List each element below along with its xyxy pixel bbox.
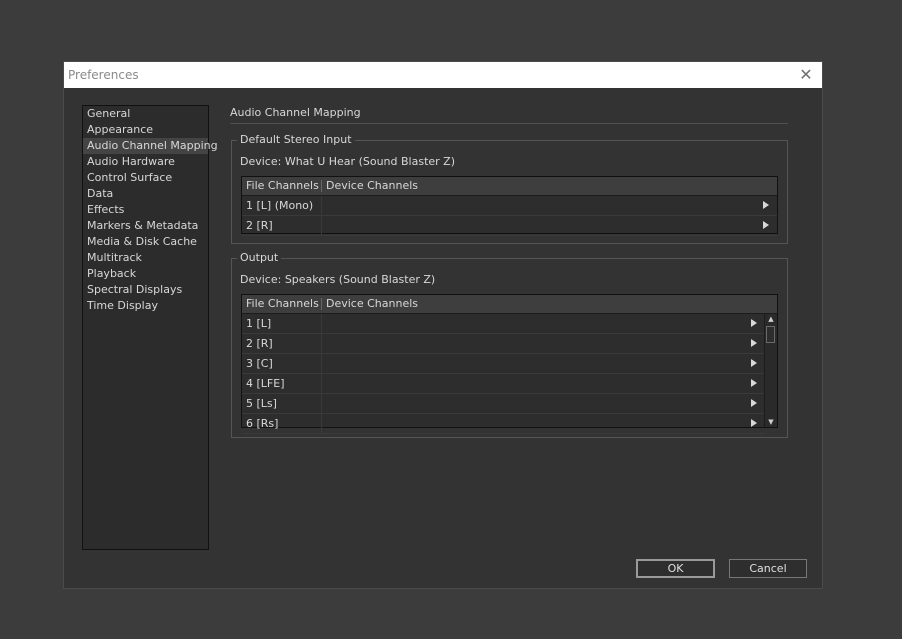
input-device-label: Device: What U Hear (Sound Blaster Z) (240, 155, 455, 168)
output-group: Output Device: Speakers (Sound Blaster Z… (231, 251, 788, 438)
file-channel-cell: 2 [R] (246, 219, 273, 232)
window-title: Preferences (68, 68, 139, 82)
sidebar-item-multitrack[interactable]: Multitrack (83, 250, 208, 266)
sidebar-item-markers-metadata[interactable]: Markers & Metadata (83, 218, 208, 234)
preferences-dialog: Preferences ✕ General Appearance Audio C… (63, 61, 823, 589)
cell-separator (321, 414, 322, 433)
expand-arrow-icon[interactable] (751, 419, 757, 427)
expand-arrow-icon[interactable] (751, 359, 757, 367)
table-row[interactable]: 3 [C] (242, 354, 765, 374)
group-legend: Default Stereo Input (237, 133, 355, 146)
cell-separator (321, 374, 322, 393)
file-channel-cell: 1 [L] (246, 317, 272, 330)
expand-arrow-icon[interactable] (763, 201, 769, 209)
scroll-down-icon[interactable]: ▼ (765, 417, 777, 427)
default-stereo-input-group: Default Stereo Input Device: What U Hear… (231, 133, 788, 244)
sidebar-item-data[interactable]: Data (83, 186, 208, 202)
sidebar-item-effects[interactable]: Effects (83, 202, 208, 218)
ok-button[interactable]: OK (636, 559, 715, 578)
sidebar-item-media-disk-cache[interactable]: Media & Disk Cache (83, 234, 208, 250)
table-row[interactable]: 6 [Rs] (242, 414, 765, 434)
expand-arrow-icon[interactable] (751, 399, 757, 407)
file-channel-cell: 3 [C] (246, 357, 273, 370)
scroll-up-icon[interactable]: ▲ (765, 314, 777, 324)
file-channel-cell: 4 [LFE] (246, 377, 285, 390)
cell-separator (321, 334, 322, 353)
sidebar-item-spectral-displays[interactable]: Spectral Displays (83, 282, 208, 298)
column-header-file-channels[interactable]: File Channels (246, 295, 319, 313)
cell-separator (321, 314, 322, 333)
expand-arrow-icon[interactable] (751, 379, 757, 387)
cell-separator (321, 354, 322, 373)
table-header: File Channels Device Channels (242, 177, 777, 196)
close-icon[interactable]: ✕ (796, 65, 816, 85)
cell-separator (321, 216, 322, 235)
table-row[interactable]: 1 [L] (Mono) (242, 196, 777, 216)
sidebar-item-general[interactable]: General (83, 106, 208, 122)
file-channel-cell: 5 [Ls] (246, 397, 277, 410)
table-row[interactable]: 4 [LFE] (242, 374, 765, 394)
expand-arrow-icon[interactable] (763, 221, 769, 229)
output-device-label: Device: Speakers (Sound Blaster Z) (240, 273, 436, 286)
preferences-category-list: General Appearance Audio Channel Mapping… (82, 105, 218, 550)
table-row[interactable]: 1 [L] (242, 314, 765, 334)
output-rows: 1 [L] 2 [R] 3 [C] 4 [LFE] 5 [Ls] 6 [Rs] (242, 314, 765, 434)
expand-arrow-icon[interactable] (751, 339, 757, 347)
sidebar-item-playback[interactable]: Playback (83, 266, 208, 282)
title-divider (230, 123, 788, 124)
vertical-scrollbar[interactable]: ▲ ▼ (764, 314, 777, 427)
title-bar: Preferences ✕ (64, 62, 822, 88)
table-row[interactable]: 2 [R] (242, 216, 777, 236)
expand-arrow-icon[interactable] (751, 319, 757, 327)
sidebar-item-control-surface[interactable]: Control Surface (83, 170, 208, 186)
sidebar-item-audio-hardware[interactable]: Audio Hardware (83, 154, 208, 170)
sidebar-item-appearance[interactable]: Appearance (83, 122, 208, 138)
file-channel-cell: 2 [R] (246, 337, 273, 350)
column-separator (321, 180, 322, 192)
file-channel-cell: 1 [L] (Mono) (246, 199, 314, 212)
column-header-file-channels[interactable]: File Channels (246, 177, 319, 195)
file-channel-cell: 6 [Rs] (246, 417, 279, 430)
table-row[interactable]: 2 [R] (242, 334, 765, 354)
input-channel-table: File Channels Device Channels 1 [L] (Mon… (241, 176, 778, 236)
page-title: Audio Channel Mapping (230, 106, 361, 119)
column-header-device-channels[interactable]: Device Channels (326, 177, 418, 195)
sidebar-item-time-display[interactable]: Time Display (83, 298, 208, 314)
table-row[interactable]: 5 [Ls] (242, 394, 765, 414)
table-header: File Channels Device Channels (242, 295, 777, 314)
column-separator (321, 298, 322, 310)
group-legend: Output (237, 251, 282, 264)
cell-separator (321, 196, 322, 215)
cancel-button[interactable]: Cancel (729, 559, 807, 578)
column-header-device-channels[interactable]: Device Channels (326, 295, 418, 313)
scrollbar-thumb[interactable] (766, 326, 775, 343)
output-channel-table: File Channels Device Channels 1 [L] 2 [R… (241, 294, 778, 434)
sidebar-item-audio-channel-mapping[interactable]: Audio Channel Mapping (83, 138, 218, 154)
cell-separator (321, 394, 322, 413)
